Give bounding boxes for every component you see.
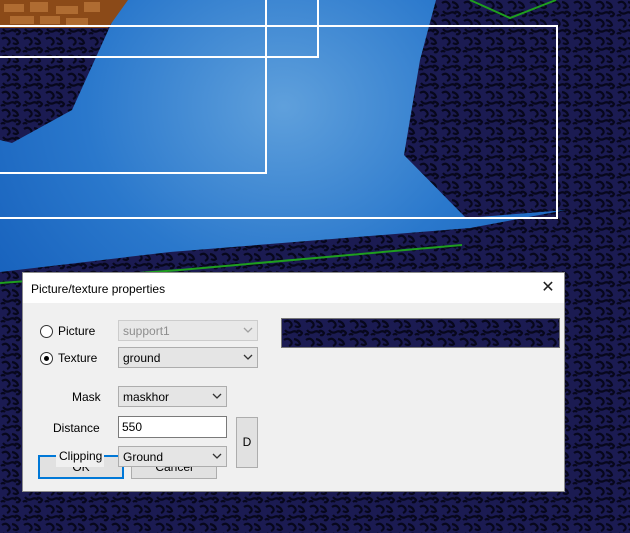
title-bar[interactable]: Picture/texture properties ✕: [23, 273, 564, 303]
properties-dialog: Picture/texture properties ✕ Picture sup…: [22, 272, 565, 492]
clipping-select[interactable]: Ground: [118, 446, 227, 467]
chevron-down-icon: [212, 453, 222, 459]
texture-label[interactable]: Texture: [58, 351, 97, 365]
mask-select-value: maskhor: [123, 390, 170, 404]
clipping-select-value: Ground: [123, 450, 164, 464]
mask-select[interactable]: maskhor: [118, 386, 227, 407]
dialog-title: Picture/texture properties: [31, 282, 166, 296]
picture-label[interactable]: Picture: [58, 324, 95, 338]
texture-radio[interactable]: [40, 352, 53, 365]
chevron-down-icon: [243, 354, 253, 360]
picture-select[interactable]: support1: [118, 320, 258, 341]
distance-label: Distance: [53, 421, 100, 435]
right-rock: [404, 0, 630, 218]
chevron-down-icon: [243, 327, 253, 333]
chevron-down-icon: [212, 393, 222, 399]
distance-input-box[interactable]: [118, 416, 227, 438]
picture-select-value: support1: [123, 324, 170, 338]
texture-preview: [281, 318, 560, 348]
clipping-label: Clipping: [56, 447, 105, 467]
d-button[interactable]: D: [236, 417, 258, 468]
picture-radio[interactable]: [40, 325, 53, 338]
distance-input[interactable]: [119, 417, 226, 437]
mask-label: Mask: [72, 390, 101, 404]
close-icon[interactable]: ✕: [532, 273, 564, 303]
texture-select-value: ground: [123, 351, 161, 365]
texture-select[interactable]: ground: [118, 347, 258, 368]
texture-preview-image: [282, 319, 559, 347]
